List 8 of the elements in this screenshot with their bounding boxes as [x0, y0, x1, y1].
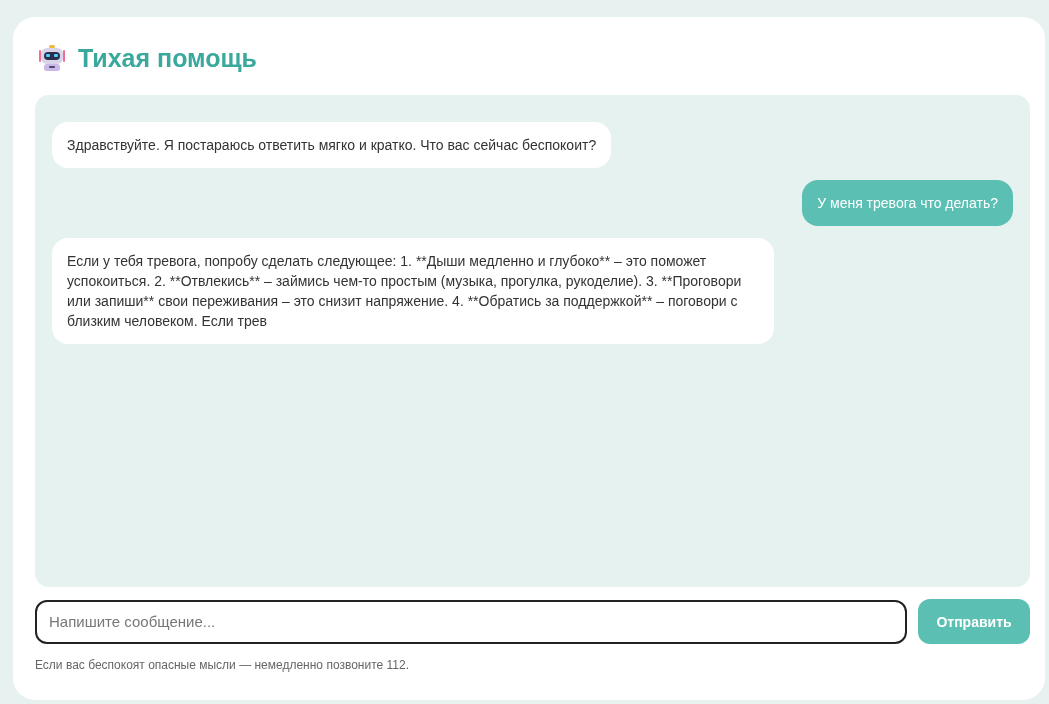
- user-message: У меня тревога что делать?: [802, 180, 1013, 226]
- message-input[interactable]: Напишите сообщение...: [35, 599, 907, 644]
- robot-icon: [38, 44, 66, 72]
- bot-message: Здравствуйте. Я постараюсь ответить мягко и кратко. Что вас сейчас беспокоит?: [52, 122, 612, 168]
- safety-note: Если вас беспокоят опасные мысли — немедленно позвоните 112.: [35, 658, 410, 672]
- send-button[interactable]: Отправить: [918, 599, 1030, 644]
- bot-message: Если у тебя тревога, попробу сделать следующее: 1. **Дыши медленно и глубоко** – это поможет успокоиться. 2. **Отвлекись** – займись чем-то простым (музыка, прогулка, рукоделие). 3. **Проговори или запиши** свои переживания – это снизит напряжение. 4. **Обратись за поддержкой** – поговори с близким человеком. Если трев: [52, 238, 774, 344]
- app-title: Тихая помощь: [78, 43, 257, 73]
